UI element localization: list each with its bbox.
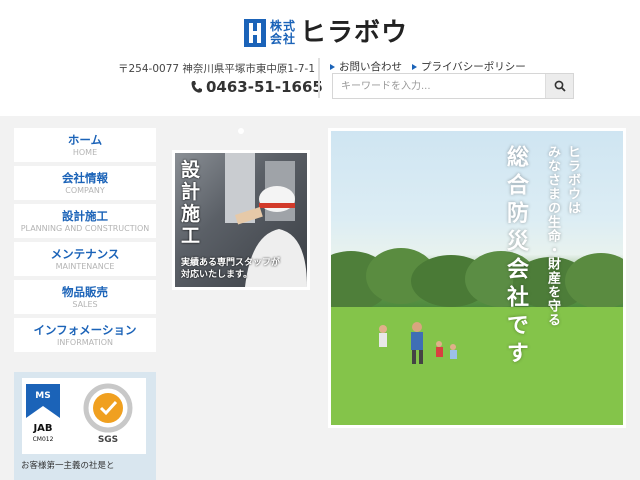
nav-item-label: 会社情報 — [62, 170, 108, 185]
nav-item-sublabel: INFORMATION — [56, 337, 114, 347]
construction-banner-image: 設計施工 実績ある専門スタッフが 対応いたします。 — [175, 153, 307, 287]
sgs-mark-text: SGS — [98, 435, 118, 445]
caret-right-icon — [412, 63, 417, 70]
nav-item-sublabel: HOME — [72, 147, 98, 157]
contact-link[interactable]: お問い合わせ — [330, 59, 402, 74]
banner-subtitle-line: 対応いたします。 — [181, 270, 253, 280]
contact-link-label: お問い合わせ — [339, 61, 402, 73]
hero-tagline-1: ヒラボウは — [565, 145, 580, 215]
logo-company-prefix: 株式会社 — [270, 19, 297, 46]
company-phone[interactable]: 0463-51-1665 — [190, 78, 323, 96]
slider-dot[interactable] — [238, 128, 244, 134]
search-icon — [554, 80, 566, 92]
nav-item-sublabel: SALES — [72, 299, 98, 309]
ms-mark-text: MS — [35, 391, 50, 401]
phone-number: 0463-51-1665 — [206, 78, 323, 96]
header-divider — [318, 58, 320, 98]
certification-text: お客様第一主義の社是と — [21, 461, 115, 471]
nav-item-sublabel: MAINTENANCE — [55, 261, 115, 271]
nav-item-planning[interactable]: 設計施工 PLANNING AND CONSTRUCTION — [14, 204, 156, 238]
header-links: お問い合わせ プライバシーポリシー — [330, 59, 536, 74]
search-input[interactable] — [333, 74, 545, 98]
banner-subtitle-line: 実績ある専門スタッフが — [181, 258, 281, 268]
logo-company-name: ヒラボウ — [300, 18, 409, 48]
nav-item-sales[interactable]: 物品販売 SALES — [14, 280, 156, 314]
construction-banner[interactable]: 設計施工 実績ある専門スタッフが 対応いたします。 — [172, 150, 310, 290]
company-logo[interactable]: 株式会社 ヒラボウ — [244, 18, 408, 48]
nav-item-label: インフォメーション — [33, 322, 137, 337]
iso-certification-icon: MS JAB CM012 SGS — [26, 383, 133, 445]
logo-mark-icon — [244, 19, 266, 47]
search-button[interactable] — [545, 74, 573, 98]
nav-item-label: 設計施工 — [62, 208, 108, 223]
nav-item-sublabel: PLANNING AND CONSTRUCTION — [20, 223, 150, 233]
certification-logos[interactable]: MS JAB CM012 SGS — [22, 378, 146, 454]
privacy-policy-link-label: プライバシーポリシー — [421, 61, 526, 73]
hero-image: ヒラボウは みなさまの生命・財産を守る 総合防災会社です — [331, 131, 623, 425]
certification-box: MS JAB CM012 SGS お客様第一主義の社是と — [14, 372, 156, 480]
nav-item-home[interactable]: ホーム HOME — [14, 128, 156, 162]
nav-item-information[interactable]: インフォメーション INFORMATION — [14, 318, 156, 352]
hero-tagline-3: 総合防災会社です — [503, 145, 528, 369]
nav-item-label: メンテナンス — [50, 246, 120, 261]
company-address: 〒254-0077 神奈川県平塚市東中原1-7-1 — [118, 63, 316, 75]
phone-icon — [191, 81, 202, 93]
banner-title: 設計施工 — [181, 159, 201, 247]
nav-item-sublabel: COMPANY — [65, 185, 105, 195]
banner-subtitle: 実績ある専門スタッフが 対応いたします。 — [181, 257, 280, 281]
site-header: 株式会社 ヒラボウ 〒254-0077 神奈川県平塚市東中原1-7-1 0463… — [0, 0, 640, 116]
nav-item-maintenance[interactable]: メンテナンス MAINTENANCE — [14, 242, 156, 276]
nav-item-label: 物品販売 — [62, 284, 108, 299]
jab-mark-text: JAB — [32, 423, 52, 434]
nav-item-company[interactable]: 会社情報 COMPANY — [14, 166, 156, 200]
search-box — [332, 73, 574, 99]
sidebar-nav: ホーム HOME 会社情報 COMPANY 設計施工 PLANNING AND … — [14, 128, 156, 356]
cm-mark-text: CM012 — [33, 436, 54, 443]
nav-item-label: ホーム — [67, 132, 103, 147]
hero-banner: ヒラボウは みなさまの生命・財産を守る 総合防災会社です — [328, 128, 626, 428]
hero-tagline-2: みなさまの生命・財産を守る — [545, 145, 560, 327]
privacy-policy-link[interactable]: プライバシーポリシー — [412, 59, 526, 74]
caret-right-icon — [330, 63, 335, 70]
